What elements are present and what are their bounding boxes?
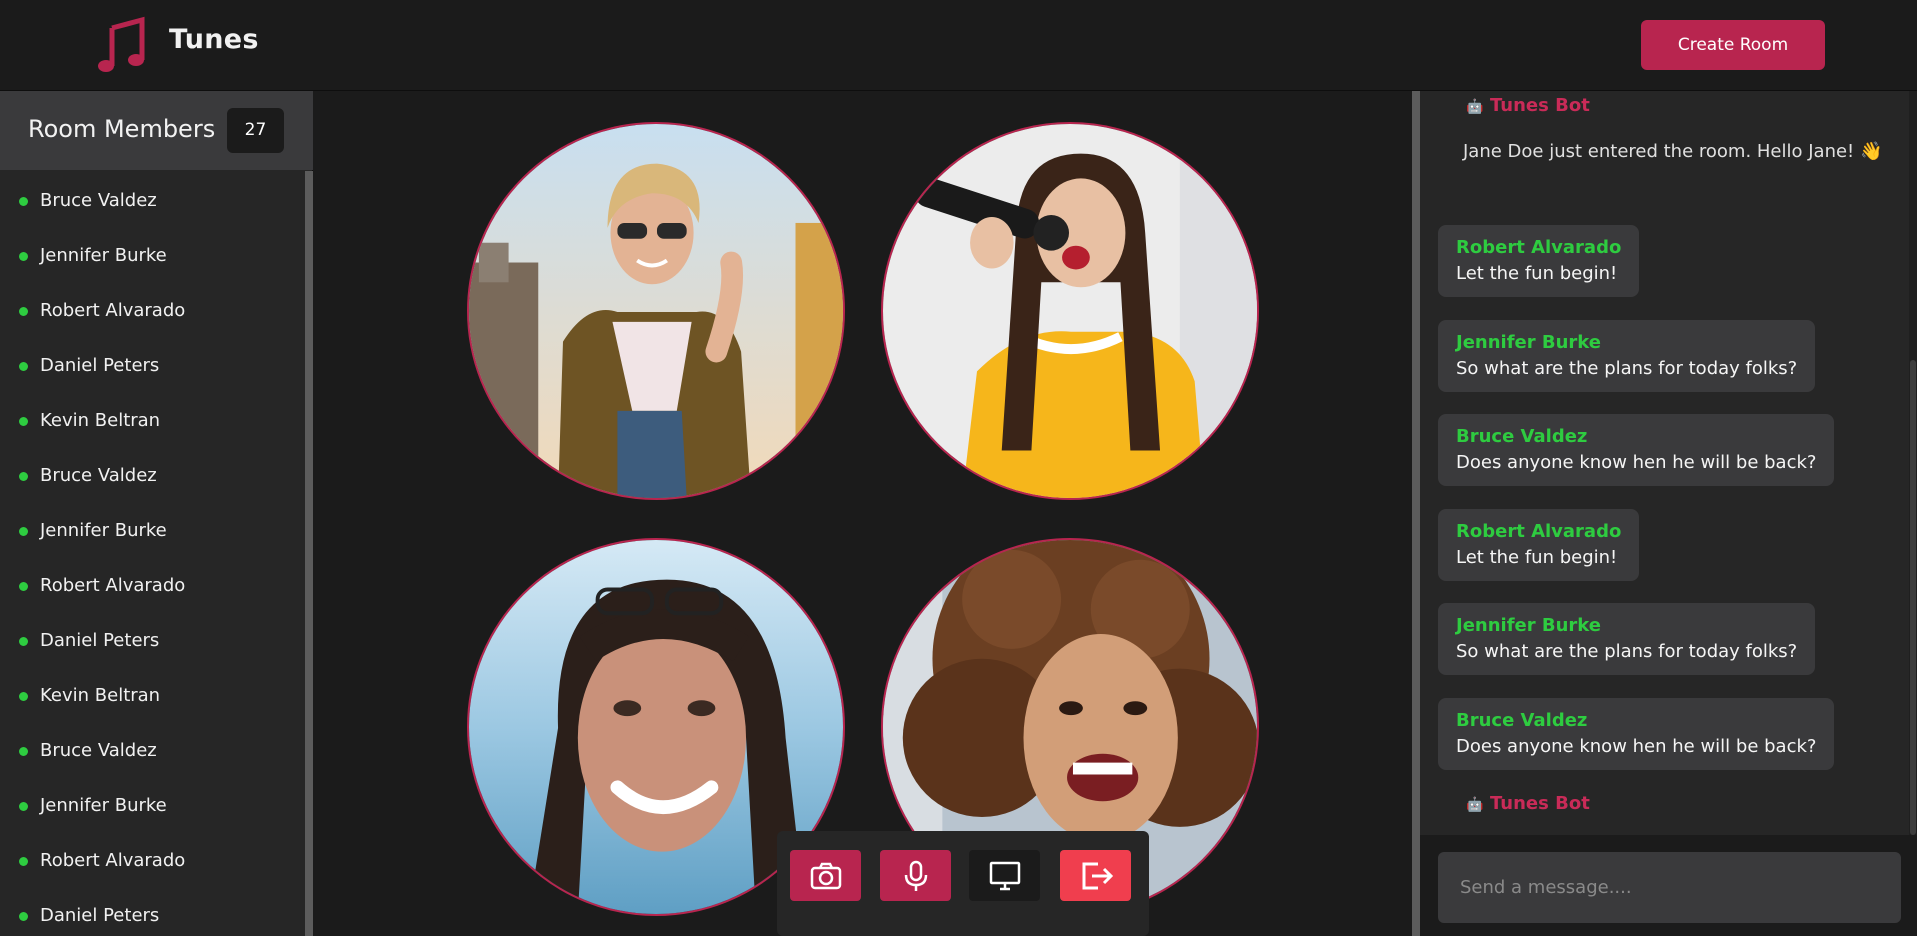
microphone-toggle-button[interactable] [880,850,951,901]
chat-message: Jennifer Burke So what are the plans for… [1438,603,1816,675]
member-count-badge: 27 [227,108,284,153]
online-status-icon [19,197,28,206]
screen-share-button[interactable] [969,850,1040,901]
message-text: Does anyone know hen he will be back? [1456,736,1817,757]
online-status-icon [19,472,28,481]
room-members-header: Room Members 27 [0,91,313,170]
create-room-button[interactable]: Create Room [1641,20,1825,70]
message-text: So what are the plans for today folks? [1456,358,1798,379]
app-name[interactable]: Tunes [169,24,259,55]
member-item[interactable]: Bruce Valdez [0,186,300,216]
message-author[interactable]: Jennifer Burke [1456,330,1797,356]
message-text: So what are the plans for today folks? [1456,641,1798,662]
member-name: Jennifer Burke [40,245,167,266]
member-list-scrollbar[interactable] [305,171,313,936]
member-item[interactable]: Daniel Peters [0,351,300,381]
exit-icon [1082,862,1113,889]
message-text: Does anyone know hen he will be back? [1456,452,1817,473]
message-author[interactable]: Bruce Valdez [1456,424,1816,450]
member-name: Robert Alvarado [40,300,186,321]
online-status-icon [19,637,28,646]
online-status-icon [19,252,28,261]
member-name: Bruce Valdez [40,740,157,761]
online-status-icon [19,692,28,701]
bot-name: Tunes Bot [1490,793,1590,814]
microphone-icon [904,860,927,891]
member-item[interactable]: Kevin Beltran [0,406,300,436]
chat-message: Bruce Valdez Does anyone know hen he wil… [1438,698,1835,770]
member-name: Robert Alvarado [40,850,186,871]
member-name: Jennifer Burke [40,520,167,541]
camera-toggle-button[interactable] [790,850,861,901]
member-name: Robert Alvarado [40,575,186,596]
bot-name: Tunes Bot [1490,95,1590,116]
participant-video[interactable] [881,122,1259,500]
online-status-icon [19,747,28,756]
member-item[interactable]: Bruce Valdez [0,461,300,491]
member-item[interactable]: Jennifer Burke [0,241,300,271]
robot-icon: 🤖 [1466,797,1484,813]
message-text: Let the fun begin! [1456,263,1618,284]
member-name: Daniel Peters [40,630,160,651]
chat-panel-divider[interactable] [1412,91,1420,936]
online-status-icon [19,582,28,591]
music-note-icon[interactable] [98,16,146,74]
room-members-panel: Room Members 27 Bruce Valdez Jennifer Bu… [0,91,313,936]
member-item[interactable]: Kevin Beltran [0,681,300,711]
online-status-icon [19,802,28,811]
message-author[interactable]: Robert Alvarado [1456,235,1621,261]
room-members-title: Room Members [28,115,216,143]
chat-message: Jennifer Burke So what are the plans for… [1438,320,1816,392]
member-name: Bruce Valdez [40,465,157,486]
message-author[interactable]: Bruce Valdez [1456,708,1816,734]
online-status-icon [19,857,28,866]
member-name: Daniel Peters [40,355,160,376]
member-item[interactable]: Bruce Valdez [0,736,300,766]
camera-icon [810,862,841,889]
robot-icon: 🤖 [1466,99,1484,115]
chat-message: Robert Alvarado Let the fun begin! [1438,509,1640,581]
chat-message: Robert Alvarado Let the fun begin! [1438,225,1640,297]
member-name: Kevin Beltran [40,410,161,431]
member-item[interactable]: Jennifer Burke [0,516,300,546]
message-author[interactable]: Robert Alvarado [1456,519,1621,545]
member-item[interactable]: Robert Alvarado [0,296,300,326]
member-item[interactable]: Robert Alvarado [0,846,300,876]
participant-video[interactable] [467,122,845,500]
member-name: Daniel Peters [40,905,160,926]
message-text: Let the fun begin! [1456,547,1618,568]
chat-message: Bruce Valdez Does anyone know hen he wil… [1438,414,1835,486]
chat-scrollbar-thumb[interactable] [1910,360,1916,835]
chat-panel: 🤖 Tunes Bot Jane Doe just entered the roo… [1420,91,1917,936]
online-status-icon [19,362,28,371]
video-stage [314,91,1412,936]
leave-room-button[interactable] [1060,850,1131,901]
bot-message: Jane Doe just entered the room. Hello Ja… [1463,141,1883,162]
online-status-icon [19,417,28,426]
top-bar: Tunes Create Room [0,0,1917,91]
online-status-icon [19,527,28,536]
member-list: Bruce Valdez Jennifer Burke Robert Alvar… [0,171,300,936]
chat-input-area [1420,835,1917,936]
member-name: Jennifer Burke [40,795,167,816]
message-input[interactable] [1438,852,1901,923]
monitor-icon [989,861,1020,890]
member-item[interactable]: Jennifer Burke [0,791,300,821]
chat-message-list: 🤖 Tunes Bot Jane Doe just entered the roo… [1420,91,1909,835]
online-status-icon [19,912,28,921]
message-author[interactable]: Jennifer Burke [1456,613,1797,639]
member-name: Kevin Beltran [40,685,161,706]
member-item[interactable]: Robert Alvarado [0,571,300,601]
member-item[interactable]: Daniel Peters [0,901,300,931]
online-status-icon [19,307,28,316]
member-item[interactable]: Daniel Peters [0,626,300,656]
member-name: Bruce Valdez [40,190,157,211]
